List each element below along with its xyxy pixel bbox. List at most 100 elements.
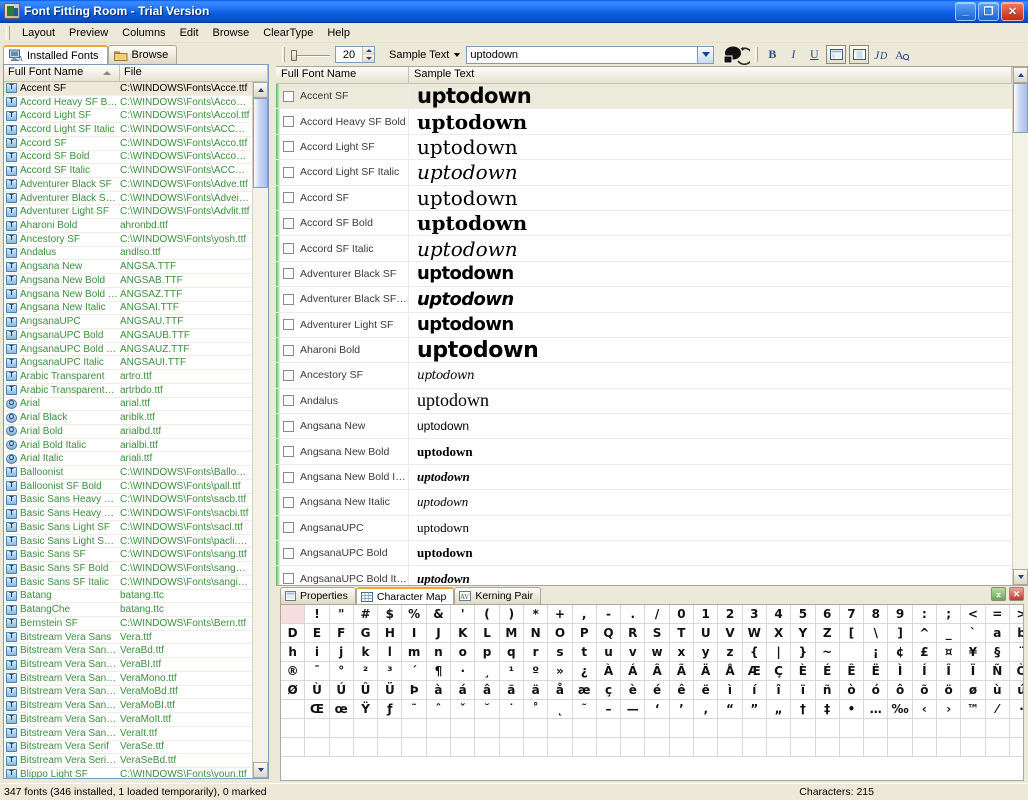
installed-font-row[interactable]: T Angsana New Bold ANGSAB.TTF <box>4 274 252 288</box>
character-map-cell[interactable]: * <box>523 605 549 624</box>
character-map-cell[interactable]: W <box>742 624 767 643</box>
menu-item-preview[interactable]: Preview <box>62 25 115 41</box>
sample-text-combo-button[interactable] <box>697 46 714 63</box>
character-map-cell[interactable]: J <box>426 624 452 643</box>
character-map-cell[interactable] <box>523 719 549 738</box>
character-map-cell[interactable]: p <box>475 643 500 662</box>
installed-font-row[interactable]: T Accent SF C:\WINDOWS\Fonts\Acce.ttf <box>4 82 252 96</box>
character-map-cell[interactable] <box>961 719 986 738</box>
character-map-cell[interactable]: ! <box>305 605 330 624</box>
character-map-cell[interactable] <box>281 719 306 738</box>
installed-font-row[interactable]: T Accord SF Italic C:\WINDOWS\Fonts\ACCOI.… <box>4 164 252 179</box>
character-map-cell[interactable] <box>281 605 306 624</box>
character-map-cell[interactable] <box>475 738 500 757</box>
character-map-cell[interactable] <box>864 719 889 738</box>
character-map-cell[interactable]: ¶ <box>426 662 452 681</box>
character-map-cell[interactable]: i <box>305 643 330 662</box>
character-map-cell[interactable] <box>621 738 646 757</box>
character-map-cell[interactable]: Ê <box>839 662 865 681</box>
character-map-cell[interactable] <box>329 719 354 738</box>
main-scroll-track[interactable] <box>1013 83 1028 569</box>
left-list-rows[interactable]: T Accent SF C:\WINDOWS\Fonts\Acce.ttf T Acco… <box>4 82 252 779</box>
character-map-cell[interactable]: & <box>426 605 452 624</box>
character-map-cell[interactable]: É <box>815 662 840 681</box>
size-spin-arrows[interactable] <box>362 47 374 62</box>
character-map-cell[interactable]: ó <box>864 681 889 700</box>
installed-font-row[interactable]: T Bitstream Vera San… VeraMoIt.ttf <box>4 713 252 727</box>
character-map-cell[interactable] <box>353 719 379 738</box>
character-map-cell[interactable]: õ <box>912 681 938 700</box>
character-map-cell[interactable] <box>912 719 938 738</box>
character-map-cell[interactable]: / <box>645 605 670 624</box>
character-map-cell[interactable]: È <box>791 662 816 681</box>
character-map-cell[interactable]: Ä <box>694 662 719 681</box>
installed-font-row[interactable]: T Accord Light SF Italic C:\WINDOWS\Fonts\… <box>4 123 252 137</box>
installed-font-row[interactable]: T Accord Heavy SF Bold C:\WINDOWS\Fonts\Ac… <box>4 96 252 110</box>
character-map-cell[interactable]: ¿ <box>572 662 597 681</box>
character-map-cell[interactable]: ç <box>596 681 622 700</box>
font-preview-row[interactable]: Andalus uptodown <box>276 388 1012 415</box>
character-map-cell[interactable] <box>718 738 743 757</box>
character-map-cell[interactable]: 2 <box>718 605 743 624</box>
character-map-cell[interactable] <box>985 738 1010 757</box>
character-map-cell[interactable]: } <box>791 643 816 662</box>
character-map-cell[interactable]: ë <box>694 681 719 700</box>
font-preview-row[interactable]: Ancestory SF uptodown <box>276 363 1012 389</box>
character-map-cell[interactable]: ø <box>961 681 986 700</box>
main-scroll-up-button[interactable] <box>1013 67 1028 83</box>
font-preview-row[interactable]: Angsana New Italic uptodown <box>276 490 1012 516</box>
character-map-cell[interactable] <box>912 738 938 757</box>
character-map-cell[interactable]: 7 <box>839 605 865 624</box>
close-button[interactable]: ✕ <box>1001 1 1024 21</box>
installed-font-row[interactable]: T Bernstein SF C:\WINDOWS\Fonts\Bern.ttf <box>4 617 252 631</box>
character-map-cell[interactable]: ⁄ <box>985 700 1010 719</box>
character-map-cell[interactable]: ã <box>499 681 524 700</box>
character-map-cell[interactable] <box>742 738 767 757</box>
character-map-cell[interactable]: ´ <box>402 662 427 681</box>
character-map-cell[interactable] <box>402 738 427 757</box>
character-map-cell[interactable] <box>985 719 1010 738</box>
character-map-cell[interactable]: 0 <box>669 605 695 624</box>
character-map-cell[interactable]: Y <box>791 624 816 643</box>
character-map-cell[interactable]: ] <box>888 624 913 643</box>
character-map-cell[interactable] <box>742 719 767 738</box>
character-map-cell[interactable] <box>426 738 452 757</box>
character-map-cell[interactable]: ¥ <box>961 643 986 662</box>
installed-font-row[interactable]: T AngsanaUPC Italic ANGSAUI.TTF <box>4 356 252 371</box>
character-map-cell[interactable]: - <box>596 605 622 624</box>
character-map-cell[interactable]: › <box>937 700 962 719</box>
character-map-cell[interactable]: ˆ <box>426 700 452 719</box>
character-map-cell[interactable]: . <box>621 605 646 624</box>
character-map-cell[interactable] <box>937 738 962 757</box>
character-map-cell[interactable]: Å <box>718 662 743 681</box>
installed-font-row[interactable]: T Bitstream Vera Sans Vera.ttf <box>4 631 252 645</box>
character-map-cell[interactable]: § <box>985 643 1010 662</box>
sample-text-input[interactable] <box>467 47 698 62</box>
character-map-cell[interactable]: V <box>718 624 743 643</box>
bold-button[interactable]: B <box>763 46 781 64</box>
character-map-cell[interactable]: % <box>402 605 427 624</box>
character-map-cell[interactable]: > <box>1009 605 1023 624</box>
tab-installed-fonts[interactable]: A Installed Fonts <box>3 45 108 64</box>
character-map-cell[interactable]: a <box>985 624 1010 643</box>
character-map-cell[interactable]: z <box>718 643 743 662</box>
installed-font-row[interactable]: T Bitstream Vera San… VeraMono.ttf <box>4 672 252 686</box>
scroll-thumb[interactable] <box>253 98 268 188</box>
font-preview-row[interactable]: Accord SF Bold uptodown <box>276 210 1012 237</box>
character-map-cell[interactable] <box>378 738 403 757</box>
character-map-cell[interactable]: ï <box>791 681 816 700</box>
character-map-cell[interactable]: ê <box>669 681 695 700</box>
character-map-cell[interactable]: + <box>548 605 573 624</box>
character-map-cell[interactable] <box>815 738 840 757</box>
installed-font-row[interactable]: T Angsana New Bold … ANGSAZ.TTF <box>4 288 252 302</box>
character-map-cell[interactable]: j <box>329 643 354 662</box>
character-map-cell[interactable] <box>694 738 719 757</box>
character-map-cell[interactable] <box>937 719 962 738</box>
font-preview-row[interactable]: Adventurer Black SF uptodown <box>276 261 1012 288</box>
character-map-cell[interactable] <box>645 719 670 738</box>
character-map-cell[interactable] <box>281 700 306 719</box>
character-map-cell[interactable]: Q <box>596 624 622 643</box>
character-map-cell[interactable]: † <box>791 700 816 719</box>
font-preview-row[interactable]: Accord Light SF uptodown <box>276 134 1012 161</box>
size-spin-down[interactable] <box>363 54 374 62</box>
